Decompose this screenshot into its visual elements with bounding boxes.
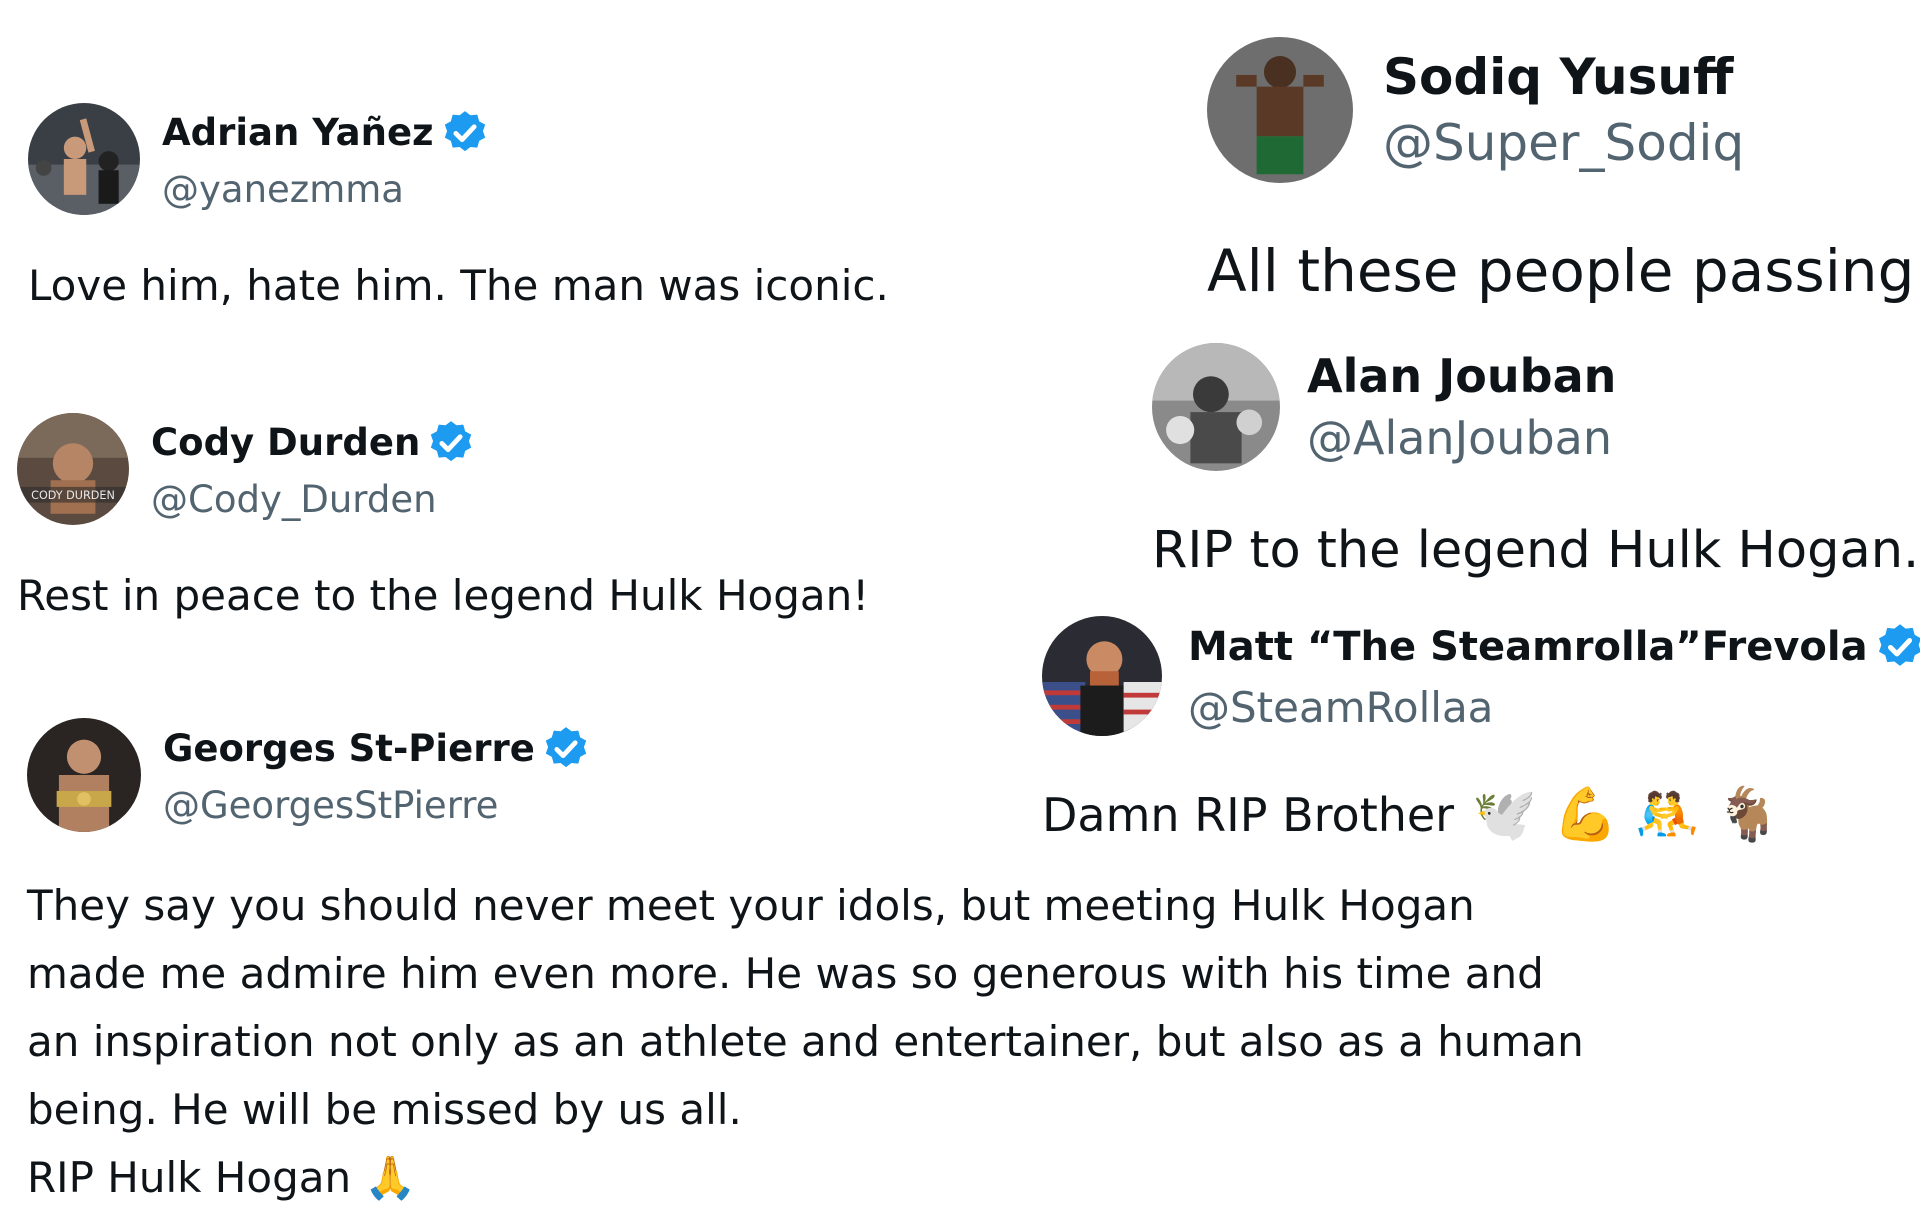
verified-badge-icon	[1878, 623, 1920, 666]
post-text: All these people passing	[1207, 237, 1915, 305]
display-name[interactable]: Adrian Yañez	[162, 111, 434, 154]
avatar[interactable]: CODY DURDEN	[17, 413, 129, 525]
post-text: Damn RIP Brother 🕊️ 💪 🤼 🐐	[1042, 788, 1920, 842]
avatar[interactable]	[1152, 343, 1280, 471]
post-text-line: made me admire him even more. He was so …	[27, 949, 1544, 998]
display-name[interactable]: Sodiq Yusuff	[1383, 48, 1734, 106]
post-text-line: being. He will be missed by us all.	[27, 1085, 742, 1134]
avatar-caption: CODY DURDEN	[31, 489, 115, 502]
post-alan-jouban: Alan Jouban @AlanJouban RIP to the legen…	[1152, 343, 1919, 580]
verified-badge-icon	[444, 110, 485, 151]
display-name[interactable]: Cody Durden	[151, 421, 420, 464]
verified-badge-icon	[431, 420, 472, 461]
post-header: Sodiq Yusuff @Super_Sodiq	[1207, 37, 1914, 183]
handle[interactable]: @GeorgesStPierre	[163, 784, 591, 827]
verified-badge-icon	[545, 726, 587, 767]
post-text-line: RIP Hulk Hogan 🙏	[27, 1153, 417, 1202]
post-sodiq-yusuff: Sodiq Yusuff @Super_Sodiq All these peop…	[1207, 37, 1914, 305]
post-text: Love him, hate him. The man was iconic.	[28, 261, 889, 310]
post-cody-durden: CODY DURDEN Cody Durden @Cody_Durden Res…	[17, 413, 869, 620]
post-header: CODY DURDEN Cody Durden @Cody_Durden	[17, 413, 869, 525]
handle[interactable]: @yanezmma	[162, 168, 490, 211]
post-text-line: an inspiration not only as an athlete an…	[27, 1017, 1584, 1066]
avatar[interactable]	[27, 718, 141, 832]
display-name[interactable]: Matt “The Steamrolla”Frevola	[1188, 624, 1868, 670]
handle[interactable]: @AlanJouban	[1307, 411, 1616, 465]
post-matt-frevola: Matt “The Steamrolla”Frevola @SteamRolla…	[1042, 616, 1920, 842]
handle[interactable]: @Cody_Durden	[151, 478, 476, 521]
display-name[interactable]: Georges St-Pierre	[163, 727, 535, 770]
post-text-line: They say you should never meet your idol…	[27, 881, 1475, 930]
handle[interactable]: @SteamRollaa	[1188, 683, 1920, 732]
post-text: Rest in peace to the legend Hulk Hogan!	[17, 571, 870, 620]
post-text-main: Damn RIP Brother	[1042, 788, 1455, 842]
avatar[interactable]	[1042, 616, 1162, 736]
post-text: They say you should never meet your idol…	[27, 872, 1584, 1212]
post-header: Matt “The Steamrolla”Frevola @SteamRolla…	[1042, 616, 1920, 736]
handle[interactable]: @Super_Sodiq	[1383, 114, 1744, 172]
post-text: RIP to the legend Hulk Hogan.	[1152, 521, 1920, 580]
display-name[interactable]: Alan Jouban	[1307, 349, 1616, 403]
emoji-sequence: 🕊️ 💪 🤼 🐐	[1472, 785, 1781, 845]
avatar[interactable]	[28, 103, 140, 215]
post-header: Adrian Yañez @yanezmma	[28, 103, 889, 215]
post-adrian-yanez: Adrian Yañez @yanezmma Love him, hate hi…	[28, 103, 889, 310]
post-header: Alan Jouban @AlanJouban	[1152, 343, 1919, 471]
avatar[interactable]	[1207, 37, 1353, 183]
